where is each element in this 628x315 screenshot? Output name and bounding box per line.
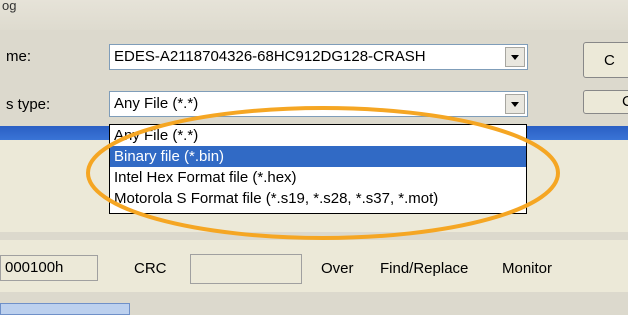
file-type-value: Any File (*.*) bbox=[114, 95, 199, 112]
file-name-label: me: bbox=[6, 48, 32, 65]
top-fragment-text: og bbox=[2, 0, 17, 13]
find-replace-label[interactable]: Find/Replace bbox=[380, 260, 468, 277]
file-type-option[interactable]: Intel Hex Format file (*.hex) bbox=[110, 167, 526, 188]
cancel-button-label: C bbox=[622, 93, 628, 110]
bottom-tab-fragment[interactable] bbox=[0, 303, 130, 315]
file-name-dropdown-arrow-icon[interactable] bbox=[505, 47, 525, 67]
top-strip: og bbox=[0, 0, 628, 30]
open-button[interactable]: C bbox=[583, 42, 628, 78]
crc-field[interactable] bbox=[190, 254, 302, 284]
file-type-option[interactable]: Motorola S Format file (*.s19, *.s28, *.… bbox=[110, 188, 526, 209]
cancel-button[interactable]: C bbox=[583, 90, 628, 114]
file-type-combo[interactable]: Any File (*.*) bbox=[109, 91, 528, 117]
file-name-value: EDES-A2118704326-68HC912DG128-CRASH bbox=[114, 48, 426, 65]
monitor-label[interactable]: Monitor bbox=[502, 260, 552, 277]
file-type-dropdown-arrow-icon[interactable] bbox=[505, 94, 525, 114]
file-type-dropdown-list[interactable]: Any File (*.*) Binary file (*.bin) Intel… bbox=[109, 124, 527, 214]
file-name-combo[interactable]: EDES-A2118704326-68HC912DG128-CRASH bbox=[109, 44, 528, 70]
file-type-label: s type: bbox=[6, 96, 51, 113]
over-label[interactable]: Over bbox=[321, 260, 354, 277]
file-type-option-selected[interactable]: Binary file (*.bin) bbox=[110, 146, 526, 167]
open-button-label: C bbox=[604, 52, 615, 69]
crc-label: CRC bbox=[134, 260, 167, 277]
address-value: 000100h bbox=[5, 259, 64, 276]
address-field[interactable]: 000100h bbox=[0, 255, 98, 281]
file-type-option[interactable]: Any File (*.*) bbox=[110, 125, 526, 146]
